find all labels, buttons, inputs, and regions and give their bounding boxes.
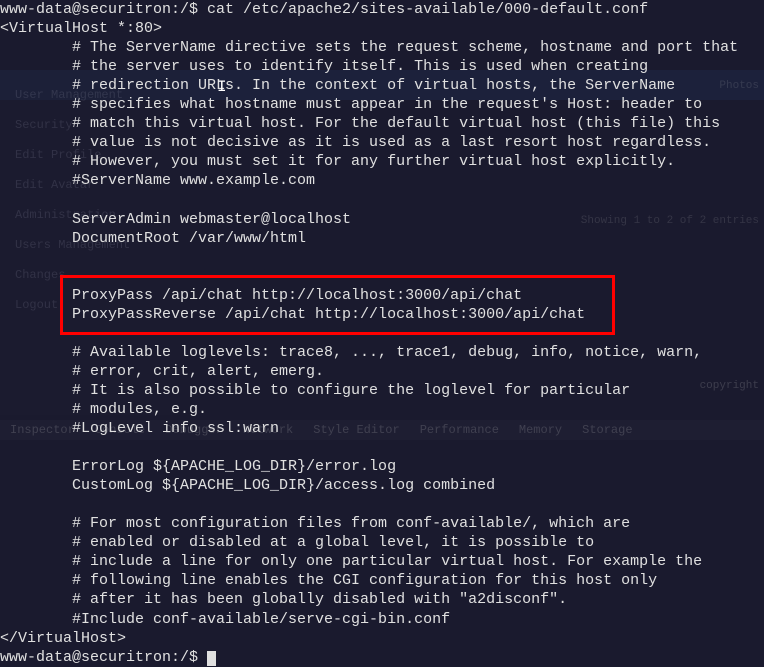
cursor-icon xyxy=(207,651,216,666)
config-line xyxy=(0,267,764,286)
config-line: DocumentRoot /var/www/html xyxy=(0,229,764,248)
config-line: # The ServerName directive sets the requ… xyxy=(0,38,764,57)
config-line: # specifies what hostname must appear in… xyxy=(0,95,764,114)
config-line xyxy=(0,190,764,209)
config-line: # redirection URLs. In the context of vi… xyxy=(0,76,764,95)
config-line: </VirtualHost> xyxy=(0,629,764,648)
config-line: <VirtualHost *:80> xyxy=(0,19,764,38)
config-line: CustomLog ${APACHE_LOG_DIR}/access.log c… xyxy=(0,476,764,495)
config-line: # match this virtual host. For the defau… xyxy=(0,114,764,133)
config-line: ErrorLog ${APACHE_LOG_DIR}/error.log xyxy=(0,457,764,476)
config-line: # the server uses to identify itself. Th… xyxy=(0,57,764,76)
config-line xyxy=(0,324,764,343)
config-line: ProxyPassReverse /api/chat http://localh… xyxy=(0,305,764,324)
terminal-output[interactable]: www-data@securitron:/$ cat /etc/apache2/… xyxy=(0,0,764,655)
config-line: #ServerName www.example.com xyxy=(0,171,764,190)
config-line: # modules, e.g. xyxy=(0,400,764,419)
config-line xyxy=(0,495,764,514)
config-line: ProxyPass /api/chat http://localhost:300… xyxy=(0,286,764,305)
config-line: # However, you must set it for any furth… xyxy=(0,152,764,171)
config-line: # It is also possible to configure the l… xyxy=(0,381,764,400)
config-line: # enabled or disabled at a global level,… xyxy=(0,533,764,552)
config-line: #Include conf-available/serve-cgi-bin.co… xyxy=(0,610,764,629)
config-line: # following line enables the CGI configu… xyxy=(0,571,764,590)
config-line: #LogLevel info ssl:warn xyxy=(0,419,764,438)
config-line: # For most configuration files from conf… xyxy=(0,514,764,533)
config-line: # Available loglevels: trace8, ..., trac… xyxy=(0,343,764,362)
config-line: ServerAdmin webmaster@localhost xyxy=(0,210,764,229)
config-line: # include a line for only one particular… xyxy=(0,552,764,571)
terminal-prompt-line: www-data@securitron:/$ cat /etc/apache2/… xyxy=(0,0,764,19)
config-line xyxy=(0,438,764,457)
config-line xyxy=(0,248,764,267)
terminal-end-prompt: www-data@securitron:/$ xyxy=(0,648,764,667)
config-line: # value is not decisive as it is used as… xyxy=(0,133,764,152)
config-line: # after it has been globally disabled wi… xyxy=(0,590,764,609)
config-line: # error, crit, alert, emerg. xyxy=(0,362,764,381)
